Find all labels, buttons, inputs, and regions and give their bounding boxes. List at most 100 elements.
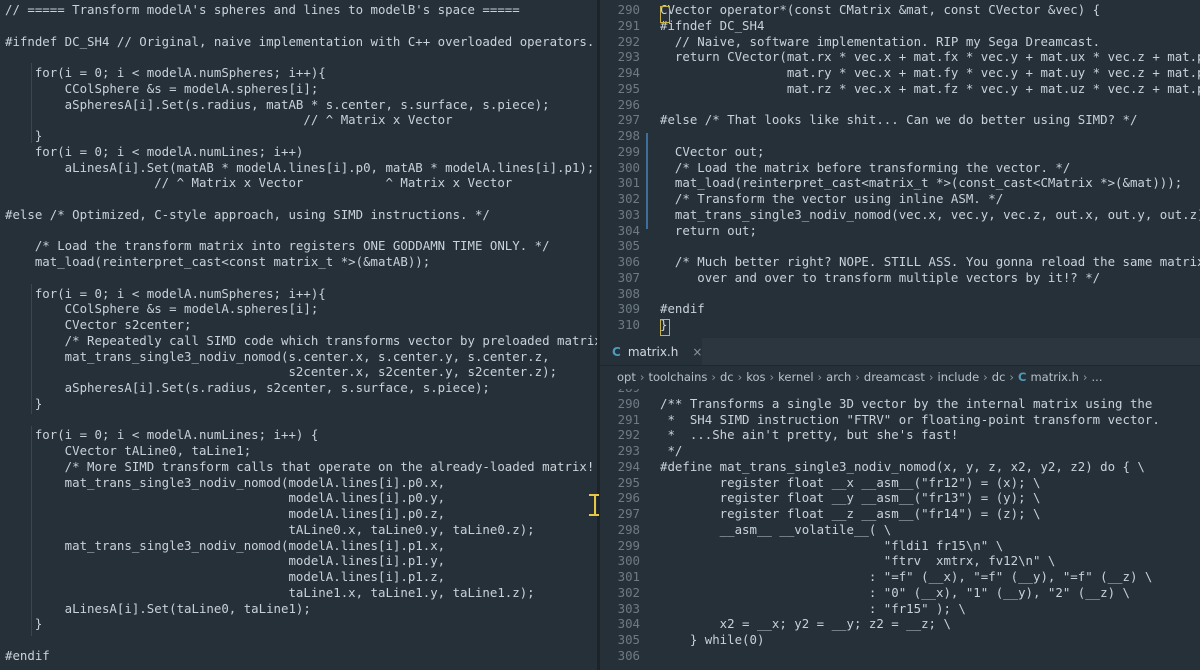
editor-tab-bar: C matrix.h ×	[600, 338, 1200, 366]
code-line: mat_trans_single3_nodiv_nomod(s.center.x…	[5, 348, 550, 364]
chevron-right-icon: ›	[1009, 370, 1015, 384]
code-line: aSpheresA[i].Set(s.radius, s2center, s.s…	[5, 380, 490, 395]
line-number: 298	[617, 521, 640, 537]
code-line: register float __z __asm__("fr14") = (z)…	[660, 506, 1041, 521]
breadcrumb-item[interactable]: dreamcast	[864, 370, 925, 384]
line-number: 291	[617, 17, 640, 33]
line-number: 292	[617, 427, 640, 443]
breadcrumb-item[interactable]: include	[938, 370, 980, 384]
code-line: /* More SIMD transform calls that operat…	[5, 458, 597, 474]
code-line: #ifndef DC_SH4	[660, 17, 765, 33]
code-line: // ^ Matrix x Vector ^ Matrix x Vector	[5, 175, 513, 191]
tab-matrix-h[interactable]: C matrix.h ×	[600, 338, 702, 365]
code-line: #define mat_trans_single3_nodiv_nomod(x,…	[660, 458, 1145, 474]
code-line: mat_trans_single3_nodiv_nomod(vec.x, vec…	[660, 206, 1200, 222]
code-line: }	[660, 317, 668, 332]
breadcrumb-item[interactable]: ...	[1092, 370, 1103, 384]
line-number: 300	[617, 553, 640, 569]
code-line: for(i = 0; i < modelA.numLines; i++)	[5, 143, 304, 159]
code-line: register float __y __asm__("fr13") = (y)…	[660, 490, 1041, 506]
code-line: over and over to transform multiple vect…	[660, 269, 1101, 285]
line-number: 295	[617, 80, 640, 96]
breadcrumb-item[interactable]: kos	[746, 370, 765, 384]
line-number: 304	[617, 616, 640, 632]
line-number: 296	[617, 96, 640, 112]
chevron-right-icon: ›	[1082, 370, 1088, 384]
code-editor: // ===== Transform modelA's spheres and …	[0, 0, 1200, 670]
code-line: "fldi1 fr15\n" \	[660, 537, 1004, 553]
code-line: /* Load the transform matrix into regist…	[5, 238, 550, 254]
close-icon[interactable]: ×	[692, 345, 702, 359]
right-bottom-editor-pane[interactable]: 2892902912922932942952962972982993003013…	[600, 389, 1200, 670]
breadcrumb-item[interactable]: opt	[617, 370, 636, 384]
chevron-right-icon: ›	[769, 370, 775, 384]
line-number: 303	[617, 600, 640, 616]
code-line: CColSphere &s = modelA.spheres[i];	[5, 301, 319, 317]
code-line: #else /* Optimized, C-style approach, us…	[5, 206, 490, 222]
chevron-right-icon: ›	[737, 370, 743, 384]
right-bottom-code-lines: /** Transforms a single 3D vector by the…	[660, 389, 1200, 664]
code-line: modelA.lines[i].p1.z,	[5, 569, 446, 584]
code-line: #else /* That looks like shit... Can we …	[660, 112, 1138, 128]
code-line: } while(0)	[660, 632, 765, 647]
code-line: x2 = __x; y2 = __y; z2 = __z; \	[660, 616, 951, 632]
code-line: modelA.lines[i].p0.z,	[5, 506, 446, 521]
breadcrumb-item[interactable]: dc	[720, 370, 734, 384]
breadcrumb-item[interactable]: dc	[992, 370, 1006, 384]
breadcrumb: opt › toolchains › dc › kos › kernel › arch › dreamc…	[600, 366, 1200, 388]
line-number: 292	[617, 33, 640, 49]
code-line: aLinesA[i].Set(matAB * modelA.lines[i].p…	[5, 159, 595, 175]
line-number: 289	[600, 389, 640, 396]
code-line: tALine0.x, taLine0.y, taLine0.z);	[5, 521, 535, 537]
line-number: 301	[617, 175, 640, 191]
code-line: CColSphere &s = modelA.spheres[i];	[5, 80, 319, 96]
breadcrumb-item[interactable]: toolchains	[648, 370, 707, 384]
chevron-right-icon: ›	[855, 370, 860, 384]
line-number: 300	[617, 159, 640, 175]
code-line: }	[5, 395, 43, 411]
line-number: 302	[617, 584, 640, 600]
line-number: 307	[617, 269, 640, 285]
code-line: mat.ry * vec.x + mat.fy * vec.y + mat.uy…	[660, 65, 1200, 80]
line-number: 301	[617, 569, 640, 584]
line-number: 303	[617, 206, 640, 222]
left-editor-pane[interactable]: // ===== Transform modelA's spheres and …	[0, 0, 597, 670]
code-line: CVector out;	[660, 143, 765, 159]
line-number: 297	[617, 112, 640, 128]
code-line: aSpheresA[i].Set(s.radius, matAB * s.cen…	[5, 96, 550, 112]
breadcrumb-item[interactable]: kernel	[778, 370, 813, 384]
code-line: /* Repeatedly call SIMD code which trans…	[5, 332, 597, 348]
breadcrumb-item[interactable]: arch	[826, 370, 851, 384]
right-top-editor-pane[interactable]: 290 291 292 293 294 295 296 297 298 299 300 301 302 3…	[600, 0, 1200, 338]
line-number: 306	[617, 254, 640, 269]
line-number: 299	[617, 143, 640, 159]
code-line: s2center.x, s2center.y, s2center.z);	[5, 364, 558, 380]
code-line: // ===== Transform modelA's spheres and …	[5, 2, 520, 17]
code-line: // Naive, software implementation. RIP m…	[660, 33, 1101, 49]
line-number-gutter: 2892902912922932942952962972982993003013…	[600, 389, 640, 664]
code-line: #ifndef DC_SH4 // Original, naive implem…	[5, 33, 595, 49]
line-number: 295	[617, 474, 640, 490]
code-line: return CVector(mat.rx * vec.x + mat.fx *…	[660, 49, 1200, 65]
code-line: modelA.lines[i].p0.y,	[5, 490, 446, 506]
line-number: 291	[617, 411, 640, 427]
code-line: mat_load(reinterpret_cast<matrix_t *>(co…	[660, 175, 1183, 191]
code-line: /* Much better right? NOPE. STILL ASS. Y…	[660, 254, 1200, 269]
code-line: mat.rz * vec.x + mat.fz * vec.y + mat.uz…	[660, 80, 1200, 96]
line-number-gutter: 290 291 292 293 294 295 296 297 298 299 300 301 302 3…	[600, 2, 640, 333]
breadcrumb-item[interactable]: matrix.h	[1030, 370, 1078, 384]
line-number: 296	[617, 490, 640, 506]
code-line: mat_load(reinterpret_cast<const matrix_t…	[5, 254, 431, 269]
code-line: /** Transforms a single 3D vector by the…	[660, 395, 1153, 411]
code-line: // ^ Matrix x Vector	[5, 112, 453, 128]
chevron-right-icon: ›	[639, 370, 645, 384]
